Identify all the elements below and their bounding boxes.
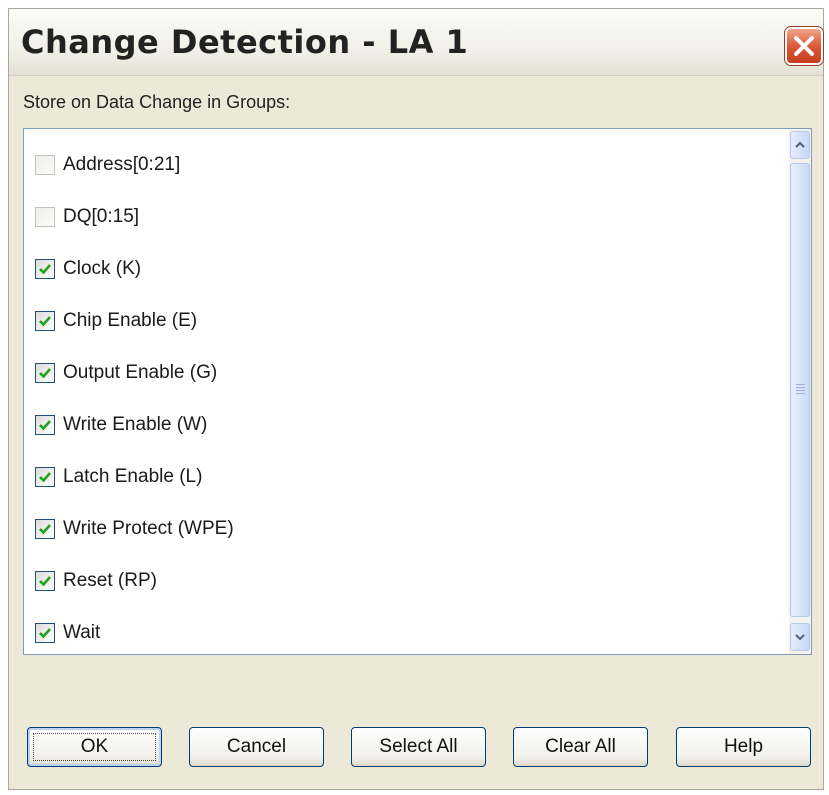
- clear-all-button[interactable]: Clear All: [513, 727, 648, 767]
- window-title: Change Detection - LA 1: [21, 23, 469, 61]
- list-item-wait[interactable]: Wait: [24, 607, 101, 654]
- vertical-scrollbar[interactable]: [789, 129, 811, 654]
- list-item-label: Chip Enable (E): [63, 310, 198, 331]
- checkmark-icon: [39, 576, 51, 587]
- list-item-chip-enable[interactable]: Chip Enable (E): [24, 295, 197, 347]
- checkbox-write-enable[interactable]: [35, 415, 55, 435]
- list-item-address[interactable]: Address[0:21]: [24, 139, 180, 191]
- checkbox-output-enable[interactable]: [35, 363, 55, 383]
- list-item-reset[interactable]: Reset (RP): [24, 555, 157, 607]
- list-item-label: Output Enable (G): [63, 362, 218, 383]
- clear-all-button-label: Clear All: [545, 736, 616, 757]
- change-detection-dialog: Change Detection - LA 1 Store on Data Ch…: [8, 8, 824, 790]
- checkbox-wait[interactable]: [35, 623, 55, 643]
- help-button[interactable]: Help: [676, 727, 811, 767]
- checkbox-dq[interactable]: [35, 207, 55, 227]
- select-all-button[interactable]: Select All: [351, 727, 486, 767]
- checkbox-address[interactable]: [35, 155, 55, 175]
- close-button[interactable]: [785, 27, 823, 65]
- checkbox-chip-enable[interactable]: [35, 311, 55, 331]
- checkmark-icon: [39, 420, 51, 431]
- list-item-clock[interactable]: Clock (K): [24, 243, 141, 295]
- title-bar[interactable]: Change Detection - LA 1: [9, 9, 823, 76]
- checkmark-icon: [39, 524, 51, 535]
- list-item-output-enable[interactable]: Output Enable (G): [24, 347, 217, 399]
- checkbox-latch-enable[interactable]: [35, 467, 55, 487]
- list-item-write-protect[interactable]: Write Protect (WPE): [24, 503, 234, 555]
- list-item-label: Wait: [63, 622, 101, 643]
- scroll-up-button[interactable]: [790, 131, 810, 159]
- list-item-label: Write Enable (W): [63, 414, 208, 435]
- list-item-label: Latch Enable (L): [63, 466, 203, 487]
- list-item-label: DQ[0:15]: [63, 206, 140, 227]
- scroll-down-button[interactable]: [790, 623, 810, 651]
- cancel-button[interactable]: Cancel: [189, 727, 324, 767]
- group-checklist[interactable]: Address[0:21] DQ[0:15] Clock (K) Chip En…: [23, 128, 812, 655]
- checkmark-icon: [39, 368, 51, 379]
- checkbox-clock[interactable]: [35, 259, 55, 279]
- checkbox-write-protect[interactable]: [35, 519, 55, 539]
- focus-ring: [33, 733, 156, 761]
- checkmark-icon: [39, 628, 51, 639]
- chevron-up-icon: [795, 141, 805, 148]
- list-item-dq[interactable]: DQ[0:15]: [24, 191, 139, 243]
- list-item-write-enable[interactable]: Write Enable (W): [24, 399, 207, 451]
- checkmark-icon: [39, 264, 51, 275]
- group-label: Store on Data Change in Groups:: [23, 92, 291, 112]
- checkmark-icon: [39, 472, 51, 483]
- list-item-label: Address[0:21]: [63, 154, 181, 175]
- cancel-button-label: Cancel: [226, 736, 287, 757]
- list-item-label: Clock (K): [63, 258, 142, 279]
- list-item-latch-enable[interactable]: Latch Enable (L): [24, 451, 202, 503]
- list-item-label: Reset (RP): [63, 570, 157, 591]
- list-item-label: Write Protect (WPE): [63, 518, 234, 539]
- ok-button[interactable]: OK: [27, 727, 162, 767]
- checkbox-reset[interactable]: [35, 571, 55, 591]
- select-all-button-label: Select All: [379, 736, 458, 757]
- scroll-thumb[interactable]: [790, 163, 810, 617]
- checkmark-icon: [39, 316, 51, 327]
- help-button-label: Help: [723, 736, 764, 757]
- chevron-down-icon: [795, 634, 805, 641]
